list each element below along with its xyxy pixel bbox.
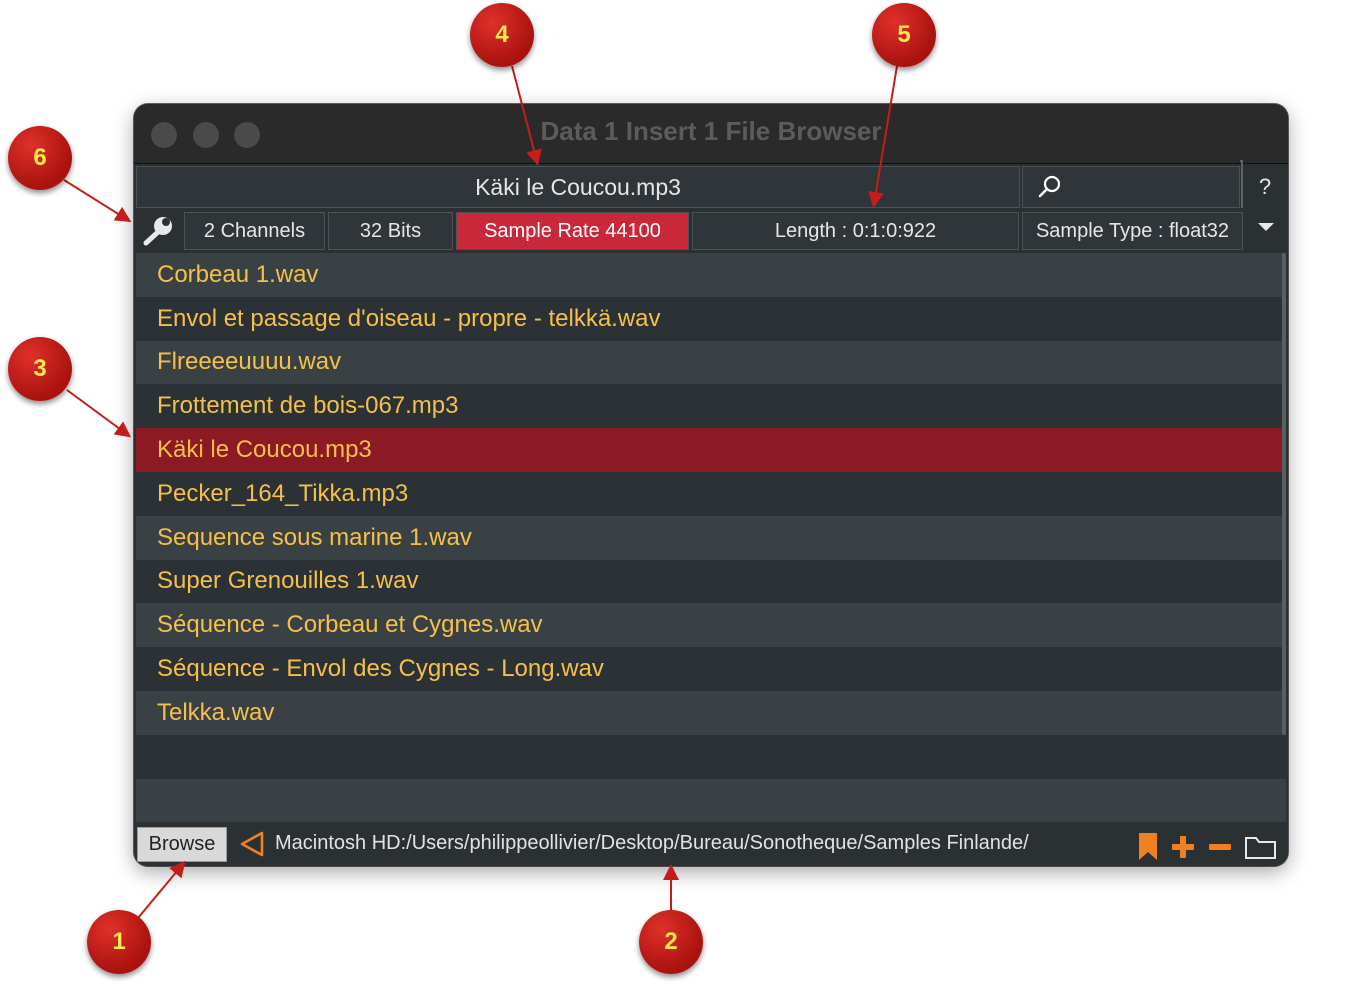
callout-1: 1 (87, 910, 151, 974)
list-scrollbar[interactable] (1282, 253, 1286, 735)
bottom-bar: Browse Macintosh HD:/Users/philippeolliv… (134, 823, 1288, 866)
file-row[interactable]: Frottement de bois-067.mp3 (136, 384, 1286, 429)
search-icon (1038, 175, 1061, 198)
channels-display: 2 Channels (184, 212, 325, 250)
file-row[interactable]: Super Grenouilles 1.wav (136, 559, 1286, 604)
remove-button[interactable] (1207, 834, 1233, 860)
search-divider (1240, 160, 1243, 208)
file-row[interactable]: Séquence - Corbeau et Cygnes.wav (136, 603, 1286, 648)
open-folder-button[interactable] (1244, 833, 1278, 861)
window-title: Data 1 Insert 1 File Browser (540, 116, 882, 146)
length-display: Length : 0:1:0:922 (692, 212, 1019, 250)
sample-rate-display: Sample Rate 44100 (456, 212, 689, 250)
file-row[interactable]: Envol et passage d'oiseau - propre - tel… (136, 296, 1286, 341)
file-row[interactable]: Telkka.wav (136, 690, 1286, 735)
search-field[interactable] (1022, 166, 1240, 208)
file-row[interactable]: Flreeeeuuuu.wav (136, 340, 1286, 385)
callout-3: 3 (8, 337, 72, 401)
bookmark-button[interactable] (1136, 832, 1160, 862)
sample-type-display: Sample Type : float32 (1022, 212, 1243, 250)
current-file-display: Käki le Coucou.mp3 (136, 166, 1020, 208)
plus-icon (1172, 836, 1194, 858)
empty-row (136, 778, 1286, 823)
empty-row (136, 734, 1286, 779)
callout-4: 4 (470, 3, 534, 67)
bookmark-icon (1139, 833, 1157, 860)
screenshot-stage: Data 1 Insert 1 File Browser Käki le Cou… (0, 0, 1361, 984)
file-row[interactable]: Pecker_164_Tikka.mp3 (136, 471, 1286, 516)
file-list: Corbeau 1.wav Envol et passage d'oiseau -… (136, 253, 1286, 823)
callout-2: 2 (639, 910, 703, 974)
back-arrow-icon (240, 831, 264, 857)
browse-button[interactable]: Browse (137, 827, 227, 862)
file-row[interactable]: Corbeau 1.wav (136, 253, 1286, 297)
file-row-selected[interactable]: Käki le Coucou.mp3 (136, 428, 1286, 472)
help-button[interactable]: ? (1248, 174, 1282, 202)
wrench-icon (143, 217, 172, 246)
dropdown-arrow-icon (1258, 223, 1274, 231)
add-button[interactable] (1170, 834, 1196, 860)
minus-icon (1209, 844, 1231, 850)
folder-icon (1245, 837, 1276, 859)
options-dropdown[interactable] (1254, 220, 1278, 236)
back-button[interactable] (238, 830, 266, 858)
current-path: Macintosh HD:/Users/philippeollivier/Des… (275, 832, 1029, 854)
wrench-button[interactable] (140, 215, 176, 247)
callout-6: 6 (8, 126, 72, 190)
callout-5: 5 (872, 3, 936, 67)
file-row[interactable]: Sequence sous marine 1.wav (136, 515, 1286, 560)
bits-display: 32 Bits (328, 212, 453, 250)
file-browser-window: Data 1 Insert 1 File Browser Käki le Cou… (134, 104, 1288, 866)
title-bar: Data 1 Insert 1 File Browser (134, 104, 1288, 164)
file-row[interactable]: Séquence - Envol des Cygnes - Long.wav (136, 647, 1286, 691)
